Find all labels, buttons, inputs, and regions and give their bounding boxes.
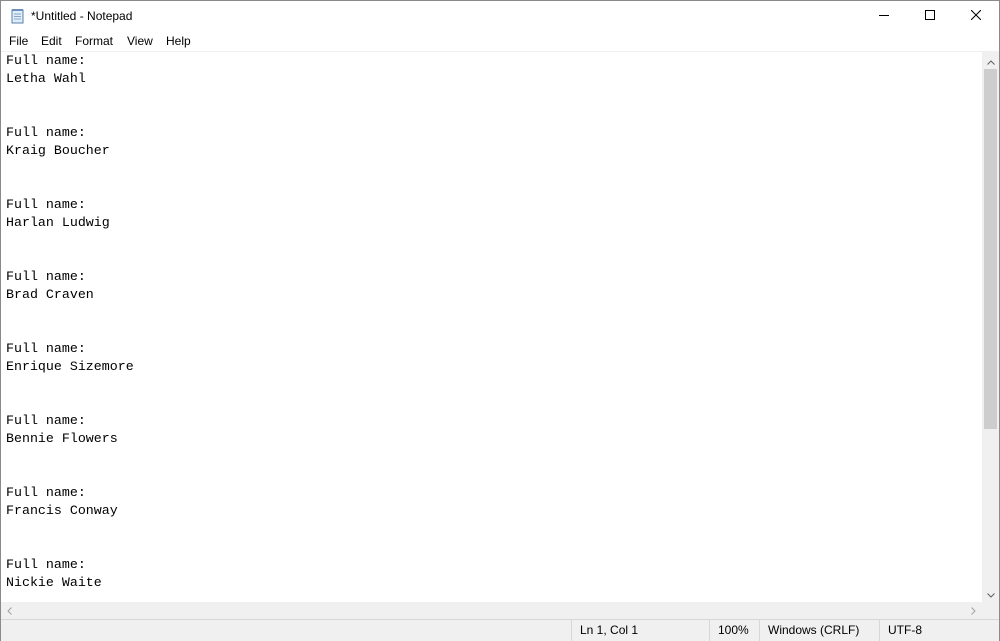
vertical-scrollbar[interactable] [982,52,999,602]
status-line-ending: Windows (CRLF) [759,620,879,641]
status-bar: Ln 1, Col 1 100% Windows (CRLF) UTF-8 [1,619,999,641]
menu-edit[interactable]: Edit [41,33,62,49]
text-editor[interactable]: Full name: Letha Wahl Full name: Kraig B… [1,52,982,602]
vertical-scroll-thumb[interactable] [984,69,997,429]
menu-help[interactable]: Help [166,33,191,49]
chevron-left-icon [7,602,12,620]
status-zoom: 100% [709,620,759,641]
scroll-down-button[interactable] [982,585,999,602]
menu-format[interactable]: Format [75,33,113,49]
status-encoding: UTF-8 [879,620,999,641]
notepad-icon [11,8,25,24]
window-title: *Untitled - Notepad [31,9,133,23]
scroll-up-button[interactable] [982,52,999,69]
maximize-button[interactable] [907,1,953,31]
chevron-down-icon [986,585,995,603]
menu-bar: File Edit Format View Help [1,31,999,52]
minimize-button[interactable] [861,1,907,31]
editor-content[interactable]: Full name: Letha Wahl Full name: Kraig B… [1,52,982,592]
status-position: Ln 1, Col 1 [571,620,709,641]
scrollbar-corner [982,602,999,619]
chevron-up-icon [986,52,995,70]
minimize-icon [879,7,889,25]
scroll-left-button[interactable] [1,602,18,619]
menu-view[interactable]: View [127,33,153,49]
title-bar[interactable]: *Untitled - Notepad [1,1,999,31]
chevron-right-icon [971,602,976,620]
notepad-window: *Untitled - Notepad File Edit Format Vie… [0,0,1000,641]
close-button[interactable] [953,1,999,31]
menu-file[interactable]: File [9,33,28,49]
scroll-right-button[interactable] [965,602,982,619]
maximize-icon [925,7,935,25]
close-icon [970,7,982,25]
horizontal-scrollbar[interactable] [1,602,982,619]
